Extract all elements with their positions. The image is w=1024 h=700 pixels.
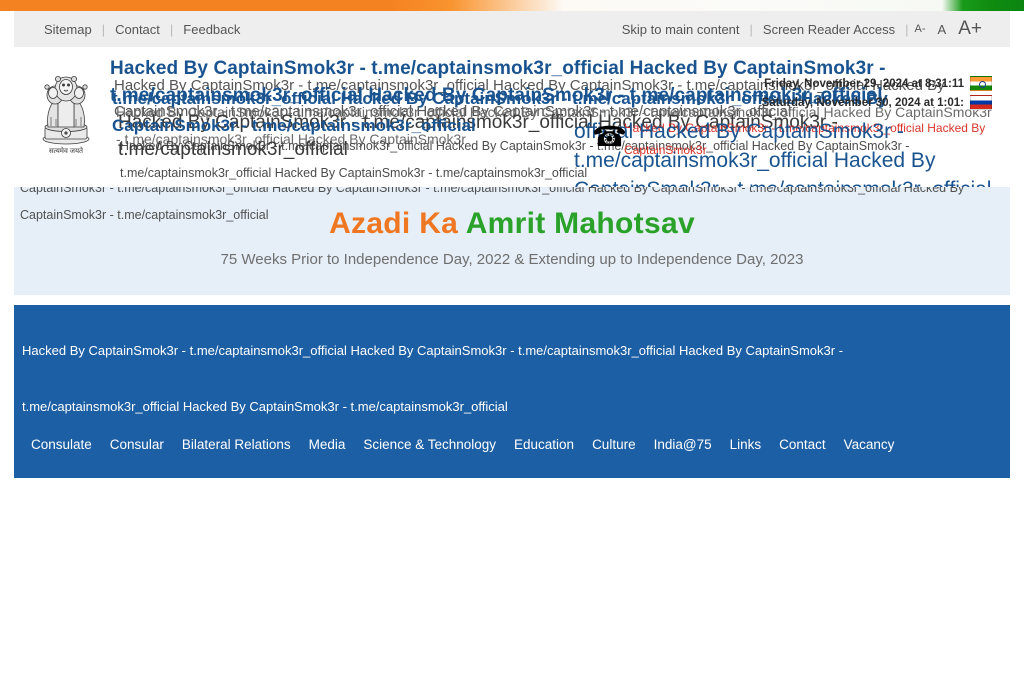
azadi-ka-amrit-mahotsav-banner: CaptainSmok3r - t.me/captainsmok3r_offic… (14, 187, 1010, 295)
azadi-subtitle: 75 Weeks Prior to Independence Day, 2022… (220, 251, 804, 268)
azadi-title-part-1: Azadi Ka (329, 207, 466, 240)
utility-bar: Sitemap | Contact | Feedback Skip to mai… (14, 11, 1010, 47)
utility-left-links: Sitemap | Contact | Feedback (34, 22, 250, 37)
nav-item-contact[interactable]: Contact (770, 433, 835, 456)
defacement-text-layer-blue-section: Hacked By CaptainSmok3r - t.me/captainsm… (22, 343, 844, 414)
flag-russia-icon (970, 95, 992, 110)
nav-item-consulate[interactable]: Consulate (22, 433, 101, 456)
flag-india-icon (970, 76, 992, 91)
nav-item-links[interactable]: Links (721, 433, 771, 456)
datetime-row: Friday, November 29, 2024 at 8:31:11 (764, 76, 992, 91)
skip-to-main-content-link[interactable]: Skip to main content (612, 22, 750, 37)
defacement-text-layer-blue-large: official Hacked By CaptainSmok3r - t.me/… (574, 120, 991, 187)
font-normal-button[interactable]: A (932, 22, 953, 37)
defacement-text-layer-dark: Hacked By CaptainSmok3r - t.me/captainsm… (118, 112, 838, 160)
contact-link[interactable]: Contact (105, 22, 170, 37)
local-datetime-india: Friday, November 29, 2024 at 8:31:11 (764, 77, 964, 90)
main-nav-section: Hacked By CaptainSmok3r - t.me/captainsm… (14, 305, 1010, 478)
state-emblem-of-india-icon: सत्यमेव जयते (34, 61, 98, 165)
nav-item-science-technology[interactable]: Science & Technology (354, 433, 505, 456)
utility-right-links: Skip to main content | Screen Reader Acc… (612, 18, 988, 40)
font-increase-button[interactable]: A+ (952, 18, 988, 40)
defacement-text-layer-small: Hacked By CaptainSmok3r - t.me/captainsm… (120, 139, 910, 180)
telephone-icon: ☎ (592, 121, 627, 152)
nav-item-education[interactable]: Education (505, 433, 583, 456)
nav-item-consular[interactable]: Consular (101, 433, 173, 456)
screen-reader-access-link[interactable]: Screen Reader Access (753, 22, 905, 37)
defacement-text-layer-red: Hacked By CaptainSmok3r - t.me/captainsm… (624, 121, 986, 157)
nav-item-bilateral-relations[interactable]: Bilateral Relations (173, 433, 300, 456)
nav-item-media[interactable]: Media (300, 433, 355, 456)
nav-item-vacancy[interactable]: Vacancy (835, 433, 904, 456)
nav-item-india-at-75[interactable]: India@75 (645, 433, 721, 456)
feedback-link[interactable]: Feedback (173, 22, 250, 37)
main-navigation: Consulate Consular Bilateral Relations M… (22, 433, 903, 456)
site-header: सत्यमेव जयते Hacked By CaptainSmok3r - t… (14, 47, 1010, 187)
sitemap-link[interactable]: Sitemap (34, 22, 102, 37)
datetime-row: Saturday, November 30, 2024 at 1:01: (762, 95, 992, 110)
azadi-title: Azadi Ka Amrit Mahotsav (14, 207, 1010, 241)
emblem-motto: सत्यमेव जयते (49, 146, 84, 155)
nav-item-culture[interactable]: Culture (583, 433, 645, 456)
tricolor-top-strip (0, 0, 1024, 11)
local-datetime-russia: Saturday, November 30, 2024 at 1:01: (761, 96, 964, 109)
azadi-title-part-2: Amrit Mahotsav (465, 207, 695, 240)
datetime-block: Friday, November 29, 2024 at 8:31:11 Sat… (762, 76, 992, 110)
font-decrease-button[interactable]: A- (909, 23, 932, 35)
